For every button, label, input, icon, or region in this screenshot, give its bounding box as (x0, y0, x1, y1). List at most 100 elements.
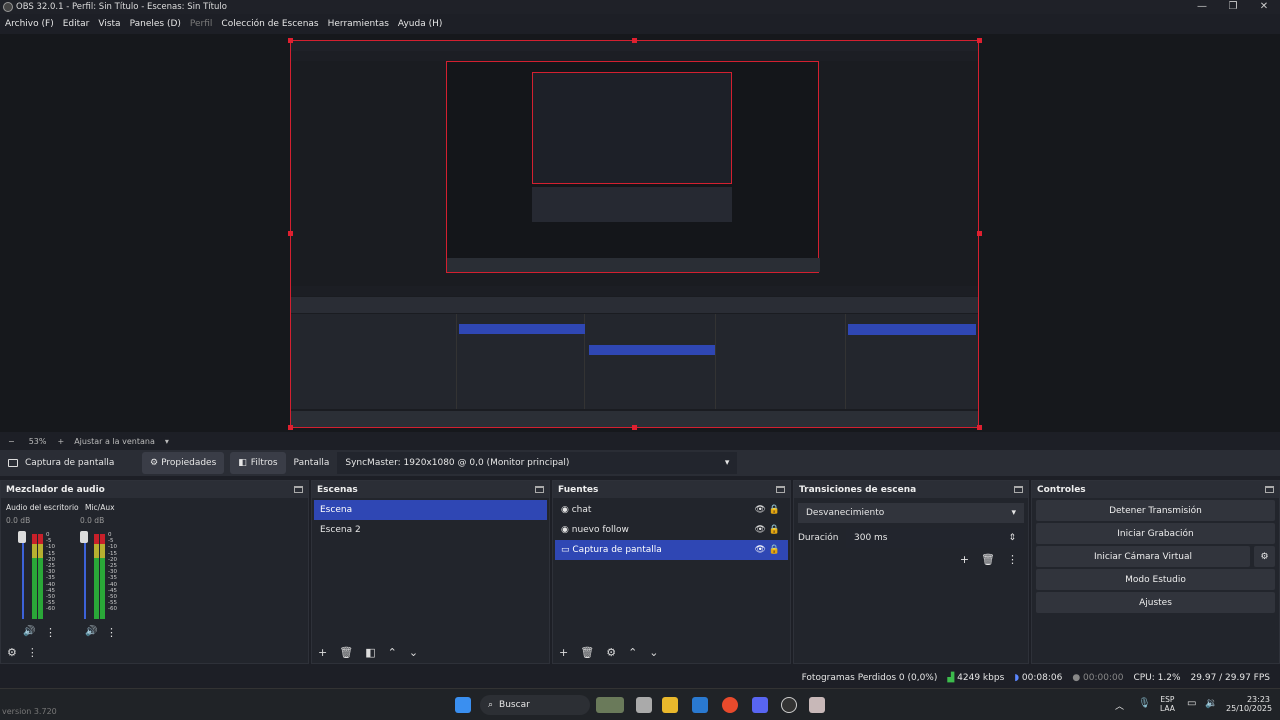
volume-knob[interactable] (18, 531, 26, 543)
controls-title: Controles (1037, 484, 1086, 495)
resize-handle-bl[interactable] (288, 425, 293, 430)
more-menu-icon[interactable]: ⋮ (27, 646, 38, 659)
zoom-out-button[interactable]: − (8, 437, 15, 446)
display-select[interactable]: SyncMaster: 1920x1080 @ 0,0 (Monitor pri… (337, 452, 738, 474)
filters-button[interactable]: ◧ Filtros (230, 452, 286, 474)
eye-icon[interactable]: 👁 (754, 505, 765, 515)
file-explorer-icon[interactable] (662, 697, 678, 713)
obs-taskbar-icon[interactable] (781, 697, 797, 713)
float-dock-icon[interactable] (294, 486, 303, 493)
float-dock-icon[interactable] (1265, 486, 1274, 493)
resize-handle-br[interactable] (977, 425, 982, 430)
menu-tools[interactable]: Herramientas (328, 19, 389, 29)
eye-icon[interactable]: 👁 (754, 525, 765, 535)
minimize-button[interactable]: — (1186, 0, 1218, 14)
speaker-icon[interactable]: 🔊 (85, 626, 97, 637)
resize-handle-b[interactable] (632, 425, 637, 430)
duration-spinbox[interactable]: 300 ms ⇕ (846, 528, 1024, 548)
network-icon[interactable]: ▭ (1187, 698, 1196, 709)
store-icon[interactable] (692, 697, 708, 713)
more-menu-icon[interactable]: ⋮ (106, 626, 117, 639)
add-icon[interactable]: + (559, 646, 568, 659)
maximize-button[interactable]: ❐ (1217, 0, 1249, 14)
more-menu-icon[interactable]: ⋮ (45, 626, 56, 639)
speaker-icon[interactable]: 🔊 (23, 626, 35, 637)
menu-edit[interactable]: Editar (63, 19, 90, 29)
task-view-icon[interactable] (636, 697, 652, 713)
source-item[interactable]: ▭ Captura de pantalla 👁 🔒 (555, 540, 788, 560)
widget-icon[interactable] (596, 697, 624, 713)
close-button[interactable]: ✕ (1248, 0, 1280, 14)
zoom-in-button[interactable]: + (57, 437, 64, 446)
scene-item[interactable]: Escena (314, 500, 547, 520)
level-meter (38, 534, 43, 619)
signal-icon: ▟ (947, 673, 955, 683)
discord-icon[interactable] (752, 697, 768, 713)
channel-name: Audio del escritorio (6, 503, 79, 512)
chrome-icon[interactable] (722, 697, 738, 713)
start-recording-button[interactable]: Iniciar Grabación (1036, 523, 1275, 544)
menu-file[interactable]: Archivo (F) (5, 19, 54, 29)
lock-icon[interactable]: 🔒 (769, 525, 780, 535)
app-icon[interactable] (809, 697, 825, 713)
trash-icon[interactable]: 🗑 (339, 646, 353, 659)
volume-knob[interactable] (80, 531, 88, 543)
menu-scene-collection[interactable]: Colección de Escenas (221, 19, 318, 29)
more-menu-icon[interactable]: ⋮ (1007, 553, 1018, 566)
move-down-icon[interactable]: ⌄ (409, 646, 418, 659)
lock-icon[interactable]: 🔒 (769, 545, 780, 555)
add-icon[interactable]: + (318, 646, 327, 659)
eye-icon[interactable]: 👁 (754, 545, 765, 555)
display-label: Pantalla (293, 458, 330, 468)
volume-slider[interactable] (22, 534, 24, 619)
settings-button[interactable]: Ajustes (1036, 592, 1275, 613)
move-up-icon[interactable]: ⌃ (628, 646, 637, 659)
float-dock-icon[interactable] (1014, 486, 1023, 493)
clock[interactable]: 23:23 25/10/2025 (1226, 695, 1272, 713)
resize-handle-l[interactable] (288, 231, 293, 236)
menu-help[interactable]: Ayuda (H) (398, 19, 442, 29)
start-virtual-camera-button[interactable]: Iniciar Cámara Virtual (1036, 546, 1250, 567)
windows-start-icon[interactable] (455, 697, 471, 713)
stream-time: 00:08:06 (1021, 673, 1063, 683)
virtual-camera-settings-button[interactable]: ⚙ (1254, 546, 1275, 567)
move-down-icon[interactable]: ⌄ (649, 646, 658, 659)
zoom-dropdown-icon[interactable]: ▾ (165, 437, 169, 446)
studio-mode-button[interactable]: Modo Estudio (1036, 569, 1275, 590)
gear-icon[interactable]: ⚙ (7, 646, 17, 659)
chevron-up-icon[interactable]: ︿ (1115, 699, 1124, 712)
trash-icon[interactable]: 🗑 (981, 553, 995, 566)
stop-stream-button[interactable]: Detener Transmisión (1036, 500, 1275, 521)
language-indicator[interactable]: ESP LAA (1160, 695, 1175, 713)
move-up-icon[interactable]: ⌃ (388, 646, 397, 659)
menu-profile[interactable]: Perfil (190, 19, 213, 29)
volume-icon[interactable]: 🔉 (1205, 698, 1217, 709)
properties-button[interactable]: ⚙ Propiedades (142, 452, 225, 474)
float-dock-icon[interactable] (776, 486, 785, 493)
source-item[interactable]: ◉ nuevo follow 👁 🔒 (555, 520, 788, 540)
scene-item[interactable]: Escena 2 (314, 520, 547, 540)
filter-icon[interactable]: ◧ (365, 646, 375, 659)
mic-icon[interactable]: 🎙 (1138, 698, 1151, 709)
resize-handle-r[interactable] (977, 231, 982, 236)
resize-handle-tl[interactable] (288, 38, 293, 43)
add-icon[interactable]: + (960, 553, 969, 566)
taskbar-search[interactable]: ⌕ Buscar (480, 695, 590, 715)
zoom-fit-label[interactable]: Ajustar a la ventana (74, 437, 155, 446)
menu-docks[interactable]: Paneles (D) (130, 19, 181, 29)
volume-slider[interactable] (84, 534, 86, 619)
menu-view[interactable]: Vista (98, 19, 120, 29)
float-dock-icon[interactable] (535, 486, 544, 493)
transition-select[interactable]: Desvanecimiento ▾ (798, 503, 1024, 523)
preview-canvas[interactable] (290, 40, 979, 428)
source-item[interactable]: ◉ chat 👁 🔒 (555, 500, 788, 520)
nested-taskbar-inner (447, 258, 820, 272)
gear-icon[interactable]: ⚙ (606, 646, 616, 659)
resize-handle-t[interactable] (632, 38, 637, 43)
lock-icon[interactable]: 🔒 (769, 505, 780, 515)
spin-arrows-icon[interactable]: ⇕ (1008, 533, 1016, 543)
trash-icon[interactable]: 🗑 (580, 646, 594, 659)
record-time: 00:00:00 (1083, 673, 1124, 683)
resize-handle-tr[interactable] (977, 38, 982, 43)
search-icon: ⌕ (488, 700, 494, 710)
